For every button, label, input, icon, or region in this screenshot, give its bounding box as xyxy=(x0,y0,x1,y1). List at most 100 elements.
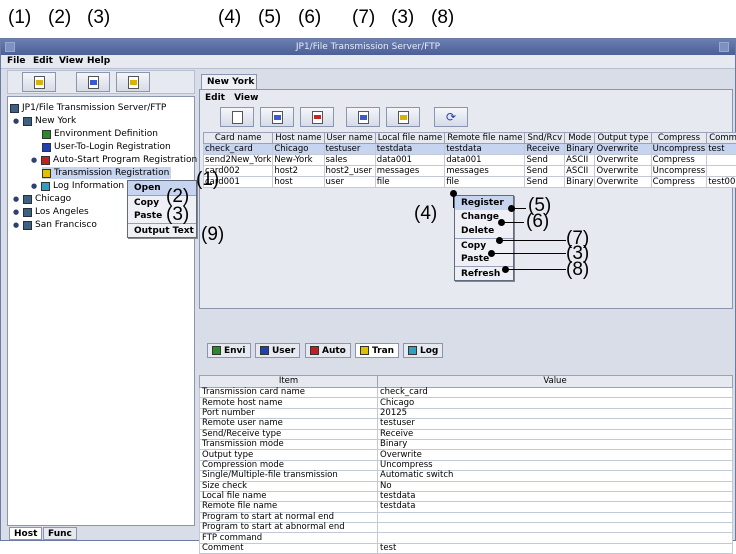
refresh-button[interactable]: ⟳ xyxy=(434,107,468,127)
col-output-type[interactable]: Output type xyxy=(595,133,651,144)
menu-file[interactable]: File xyxy=(7,56,25,66)
tab-envi[interactable]: Envi xyxy=(207,343,251,358)
detail-row: Remote host nameChicago xyxy=(200,398,733,408)
callout-leader xyxy=(500,240,566,241)
tree-item-environment[interactable]: Environment Definition xyxy=(42,128,158,140)
menu-edit[interactable]: Edit xyxy=(33,56,53,66)
callout-leader xyxy=(502,222,524,223)
window-title: JP1/File Transmission Server/FTP xyxy=(296,42,440,52)
card-detail-table: Item Value Transmission card namecheck_c… xyxy=(199,375,733,554)
col-snd-rcv[interactable]: Snd/Rcv xyxy=(525,133,565,144)
inner-menu-bar: Edit View xyxy=(205,93,264,103)
refresh-icon: ⟳ xyxy=(446,110,456,124)
inner-menu-edit[interactable]: Edit xyxy=(205,93,225,103)
col-card-name[interactable]: Card name xyxy=(204,133,273,144)
tree-root[interactable]: JP1/File Transmission Server/FTP xyxy=(10,102,166,114)
table-row[interactable]: card001hostuserfilefileSendBinaryOverwri… xyxy=(204,177,736,188)
expand-icon[interactable]: ● xyxy=(12,193,20,205)
menu-delete[interactable]: Delete xyxy=(455,224,513,238)
menu-help[interactable]: Help xyxy=(87,56,110,66)
col-value: Value xyxy=(378,376,733,388)
tree-item-auto-start[interactable]: ●Auto-Start Program Registration xyxy=(30,154,197,166)
tree-item-transmission[interactable]: Transmission Registration xyxy=(42,167,171,179)
card-paste-button[interactable] xyxy=(386,107,420,127)
detail-row: Program to start at abnormal end xyxy=(200,523,733,533)
menu-output-text[interactable]: Output Text xyxy=(128,223,196,237)
transmission-icon xyxy=(360,346,369,355)
tab-auto[interactable]: Auto xyxy=(305,343,351,358)
detail-row: Local file nametestdata xyxy=(200,491,733,501)
detail-row: Size checkNo xyxy=(200,481,733,491)
expand-icon[interactable]: ● xyxy=(30,154,38,166)
inner-toolbar: ⟳ xyxy=(204,106,504,130)
callout-3: (3) xyxy=(87,8,110,28)
transmission-card-table: Card name Host name User name Local file… xyxy=(203,132,736,188)
expand-icon[interactable]: ● xyxy=(12,219,20,231)
callout-leader xyxy=(506,269,566,270)
callout-leader xyxy=(512,208,526,209)
expand-icon[interactable]: ● xyxy=(12,115,20,127)
tab-log[interactable]: Log xyxy=(403,343,443,358)
delete-button[interactable] xyxy=(300,107,334,127)
open-icon xyxy=(34,76,45,89)
detail-row: Single/Multiple-file transmissionAutomat… xyxy=(200,471,733,481)
callout-2: (2) xyxy=(48,8,71,28)
callout-1: (1) xyxy=(8,8,31,28)
detail-row: FTP command xyxy=(200,533,733,543)
computer-icon xyxy=(23,208,32,217)
change-button[interactable] xyxy=(260,107,294,127)
col-comment[interactable]: Comment xyxy=(707,133,736,144)
card-copy-button[interactable] xyxy=(346,107,380,127)
expand-icon[interactable]: ● xyxy=(30,180,38,192)
paste-icon xyxy=(398,111,409,124)
delete-icon xyxy=(312,111,323,124)
tab-host[interactable]: Host xyxy=(9,527,42,540)
col-item: Item xyxy=(200,376,378,388)
maximize-icon[interactable] xyxy=(719,42,729,52)
log-icon xyxy=(41,182,50,191)
open-button[interactable] xyxy=(22,72,56,92)
tree-item-los-angeles[interactable]: ●Los Angeles xyxy=(12,206,89,218)
menu-register[interactable]: Register xyxy=(455,196,513,210)
app-window: JP1/File Transmission Server/FTP File Ed… xyxy=(0,38,736,541)
menu-view[interactable]: View xyxy=(59,56,83,66)
detail-row: Commenttest xyxy=(200,543,733,553)
copy-button[interactable] xyxy=(76,72,110,92)
col-remote-file[interactable]: Remote file name xyxy=(445,133,525,144)
system-menu-icon[interactable] xyxy=(5,42,15,52)
tab-tran[interactable]: Tran xyxy=(355,343,399,358)
col-compress[interactable]: Compress xyxy=(651,133,707,144)
col-host-name[interactable]: Host name xyxy=(273,133,324,144)
computer-icon xyxy=(23,221,32,230)
tab-user[interactable]: User xyxy=(255,343,300,358)
register-button[interactable] xyxy=(220,107,254,127)
col-mode[interactable]: Mode xyxy=(565,133,595,144)
menu-card-paste[interactable]: Paste xyxy=(455,252,513,266)
detail-row: Remote file nametestdata xyxy=(200,502,733,512)
left-bottom-tabs: Host Func xyxy=(7,527,195,541)
detail-row: Program to start at normal end xyxy=(200,512,733,522)
table-row[interactable]: check_cardChicagotestusertestdatatestdat… xyxy=(204,144,736,155)
col-user-name[interactable]: User name xyxy=(324,133,375,144)
table-row[interactable]: card002host2host2_usermessagesmessagesSe… xyxy=(204,166,736,177)
tab-new-york[interactable]: New York xyxy=(201,74,257,89)
log-icon xyxy=(408,346,417,355)
inner-menu-view[interactable]: View xyxy=(234,93,258,103)
detail-row: Remote user nametestuser xyxy=(200,419,733,429)
user-icon xyxy=(42,143,51,152)
copy-icon xyxy=(88,76,99,89)
tab-func[interactable]: Func xyxy=(43,527,77,540)
computer-icon xyxy=(23,195,32,204)
tree-item-san-francisco[interactable]: ●San Francisco xyxy=(12,219,97,231)
tree-item-log[interactable]: ●Log Information xyxy=(30,180,124,192)
paste-button[interactable] xyxy=(116,72,150,92)
callout-menu-3: (3) xyxy=(166,205,189,225)
tree-item-user-login[interactable]: User-To-Login Registration xyxy=(42,141,171,153)
tree-item-new-york[interactable]: ●New York xyxy=(12,115,76,127)
right-pane: New York Edit View ⟳ Card name Host name xyxy=(199,70,735,540)
col-local-file[interactable]: Local file name xyxy=(375,133,445,144)
table-row[interactable]: send2New_YorkNew-Yorksalesdata001data001… xyxy=(204,155,736,166)
tree-item-chicago[interactable]: ●Chicago xyxy=(12,193,71,205)
expand-icon[interactable]: ● xyxy=(12,206,20,218)
change-icon xyxy=(272,111,283,124)
